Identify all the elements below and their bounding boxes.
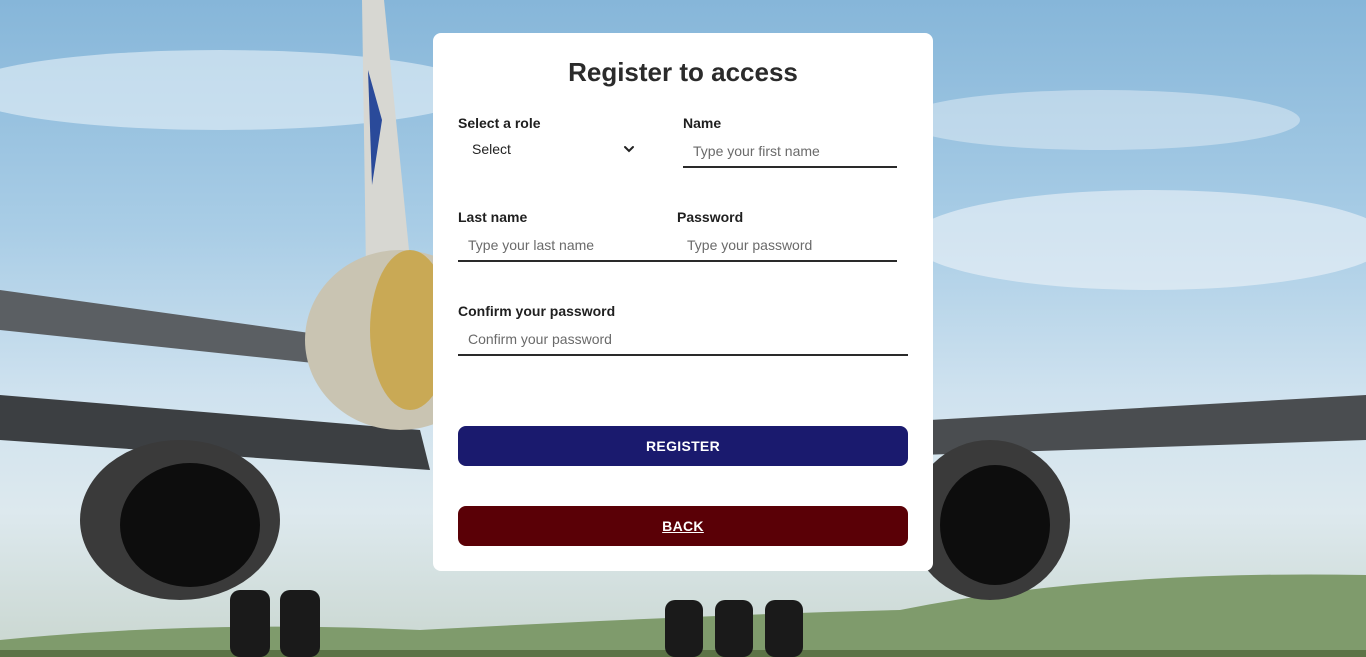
password-label: Password: [677, 209, 744, 225]
password-input[interactable]: [677, 229, 897, 262]
role-select-value: Select: [472, 141, 511, 157]
back-button[interactable]: BACK: [458, 506, 908, 546]
role-label: Select a role: [458, 115, 541, 131]
confirm-password-label: Confirm your password: [458, 303, 616, 319]
first-name-input[interactable]: [683, 135, 897, 168]
page-title: Register to access: [568, 57, 798, 87]
name-label: Name: [683, 115, 722, 131]
register-button[interactable]: REGISTER: [458, 426, 908, 466]
register-card: Register to access Select a role Select …: [433, 33, 933, 571]
role-select[interactable]: Select: [458, 136, 638, 162]
last-name-label: Last name: [458, 209, 528, 225]
last-name-input[interactable]: [458, 229, 680, 262]
confirm-password-input[interactable]: [458, 323, 908, 356]
chevron-down-icon: [622, 142, 636, 156]
